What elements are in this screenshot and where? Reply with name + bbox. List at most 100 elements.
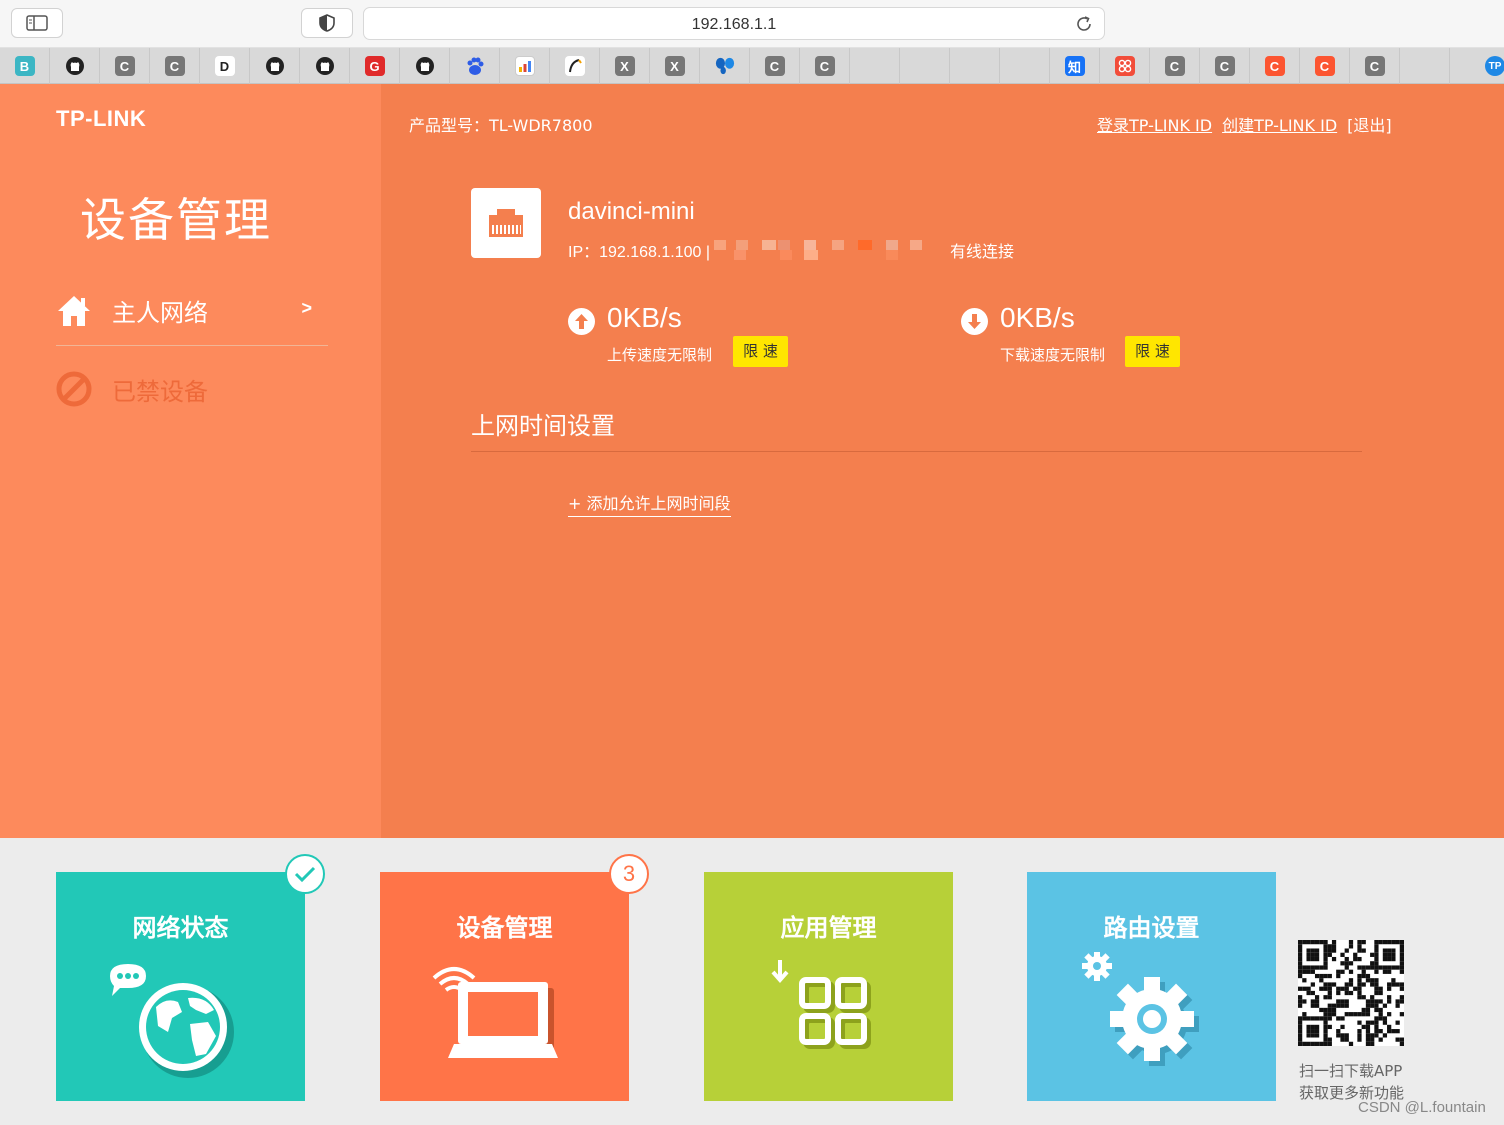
bookmark-item[interactable]: C [750,48,800,84]
tile-device-management[interactable]: 设备管理 3 [380,854,649,1101]
device-count-badge: 3 [609,854,649,894]
device-type-icon [471,188,541,258]
github-icon [65,56,85,76]
b-icon: B [14,56,35,76]
create-tplink-id-link[interactable]: 创建TP-LINK ID [1222,116,1337,135]
tile-label: 设备管理 [456,914,553,942]
watermark: CSDN @L.fountain [1358,1099,1486,1116]
x-icon: X [664,56,685,76]
sidebar: TP-LINK 设备管理 主人网络 > 已禁设备 [0,84,381,838]
bookmark-item[interactable]: D [200,48,250,84]
c-icon: C [814,56,835,76]
sidebar-item-blocked-devices[interactable]: 已禁设备 [56,354,328,424]
bookmark-item[interactable] [950,48,1000,84]
logout-link[interactable]: [退出] [1347,116,1392,135]
butterfly-icon [715,56,735,76]
c-icon: C [1364,56,1385,76]
url-text: 192.168.1.1 [691,16,777,33]
sidebar-item-label: 主人网络 [112,299,208,327]
bookmark-item[interactable] [300,48,350,84]
sidebar-toggle-button[interactable] [11,8,63,38]
bookmark-item[interactable] [700,48,750,84]
qr-code [1298,940,1404,1046]
add-allowed-time-link[interactable]: + 添加允许上网时间段 [568,490,731,517]
tile-router-settings[interactable]: 路由设置 [1027,872,1276,1101]
bookmark-item[interactable] [1000,48,1050,84]
bookmark-item[interactable] [550,48,600,84]
app-download-promo: 扫一扫下载APP 获取更多新功能 [1299,1060,1404,1104]
check-icon [294,866,316,883]
stats-icon [514,56,535,76]
gear-icon [1082,952,1199,1066]
bookmark-item[interactable] [850,48,900,84]
bookmark-item[interactable] [50,48,100,84]
upload-arrow-icon [568,308,595,335]
login-tplink-id-link[interactable]: 登录TP-LINK ID [1097,116,1212,135]
download-speed-caption: 下载速度无限制 [1000,346,1106,364]
zhihu-icon: 知 [1064,56,1085,76]
upload-limit-button[interactable]: 限 速 [733,336,788,367]
bookmark-item[interactable]: G [350,48,400,84]
d-icon: D [214,56,235,76]
address-bar[interactable]: 192.168.1.1 [363,7,1105,40]
blank-icon [1415,56,1435,76]
bookmark-item[interactable]: 知 [1050,48,1100,84]
tile-label: 网络状态 [132,914,229,942]
github-icon [265,56,285,76]
bookmarks-bar: B C C D G X X C C 知 C C C C C TP [0,48,1504,84]
bookmark-item[interactable] [250,48,300,84]
bookmark-item[interactable]: C [1300,48,1350,84]
github-icon [315,56,335,76]
tile-app-management[interactable]: 应用管理 [704,872,953,1101]
tp-link-logo: TP-LINK [56,106,147,131]
upload-speed-caption: 上传速度无限制 [607,346,713,364]
tile-network-status[interactable]: 网络状态 [56,854,325,1101]
bookmark-item[interactable]: X [650,48,700,84]
promo-line-1: 扫一扫下载APP [1299,1062,1403,1080]
tp-icon: TP [1485,56,1504,76]
bookmark-item[interactable]: C [150,48,200,84]
section-title: 设备管理 [80,193,272,247]
sidebar-icon [26,15,48,31]
bookmark-item[interactable]: C [800,48,850,84]
csdn-icon: C [1264,56,1285,76]
laptop-wifi-icon [432,967,558,1058]
feather-icon [564,56,585,76]
baidu-icon [465,56,485,76]
bookmark-item[interactable] [1100,48,1150,84]
bookmark-item[interactable]: C [1150,48,1200,84]
bookmark-item[interactable]: B [0,48,50,84]
blank-icon [915,56,935,76]
bookmark-item[interactable]: TP [1470,48,1504,84]
c-icon: C [764,56,785,76]
bookmark-item[interactable] [400,48,450,84]
device-detail-panel [381,84,1504,838]
bookmark-item[interactable]: C [1250,48,1300,84]
bookmark-item[interactable]: C [1350,48,1400,84]
bookmark-item[interactable] [900,48,950,84]
reload-icon[interactable] [1074,14,1094,34]
sidebar-item-host-network[interactable]: 主人网络 > [56,276,328,346]
download-speed-value: 0KB/s [1000,302,1075,333]
bookmark-item[interactable]: X [600,48,650,84]
bookmark-item[interactable]: C [1200,48,1250,84]
internet-time-settings-title: 上网时间设置 [471,412,615,440]
tile-label: 应用管理 [780,914,877,942]
csdn-icon: C [1314,56,1335,76]
c-icon: C [1164,56,1185,76]
globe-chat-icon [110,964,234,1078]
bookmark-item[interactable]: C [100,48,150,84]
blank-icon [865,56,885,76]
blank-icon [965,56,985,76]
xiaohongshu-icon [1114,56,1135,76]
x-icon: X [614,56,635,76]
download-arrow-icon [961,308,988,335]
home-icon [56,293,92,329]
bookmark-item[interactable] [500,48,550,84]
bookmark-item[interactable] [1400,48,1450,84]
download-limit-button[interactable]: 限 速 [1125,336,1180,367]
privacy-shield-button[interactable] [301,8,353,38]
bookmark-item[interactable] [450,48,500,84]
status-ok-badge [285,854,325,894]
product-model: 产品型号：TL-WDR7800 [409,116,593,135]
